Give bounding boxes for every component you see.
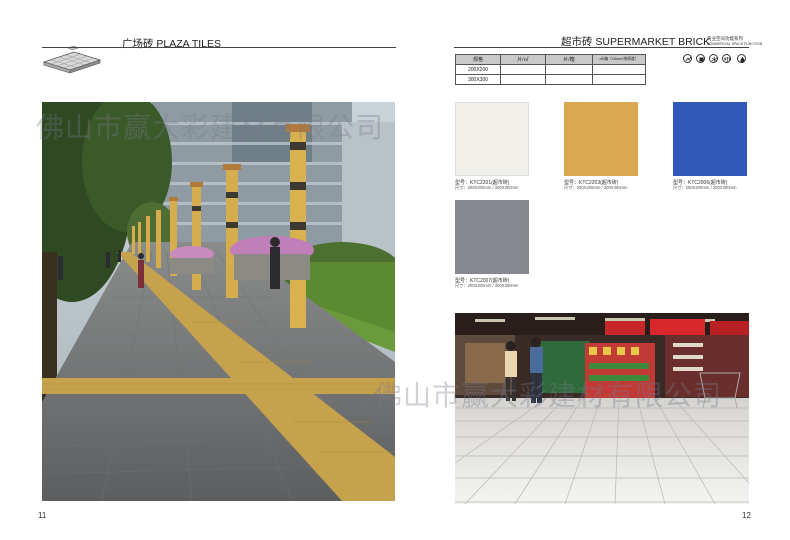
spec-cell xyxy=(545,74,593,85)
spec-cell: 300X300 xyxy=(455,74,501,85)
water-drop-icon xyxy=(737,54,746,63)
left-header-rule xyxy=(42,47,396,48)
series-subtitle-cn: 商业空间功能系列 xyxy=(707,36,743,41)
page-number-left: 11 xyxy=(38,511,47,520)
spec-cell xyxy=(545,64,593,75)
spec-header-cell: 片/箱 xyxy=(545,54,593,65)
spec-header-cell: ㎡/箱（15mm/块厚度） xyxy=(592,54,646,65)
spec-cell xyxy=(500,64,546,75)
spec-cell xyxy=(592,64,646,75)
swatch-size-label: 尺寸：200X200mm / 300X300mm xyxy=(455,283,519,288)
anti-slip-icon xyxy=(683,54,692,63)
scale-icon xyxy=(722,54,731,63)
tile-swatch-yellow xyxy=(564,102,638,176)
tile-swatch-white xyxy=(455,102,529,176)
frost-resistant-icon xyxy=(709,54,718,63)
plaza-tiles-title: 广场砖 PLAZA TILES xyxy=(122,38,222,50)
spec-header-cell: 规格 xyxy=(455,54,501,65)
wear-resistant-icon xyxy=(696,54,705,63)
spec-table-header-row: 规格 片/㎡ 片/箱 ㎡/箱（15mm/块厚度） xyxy=(455,54,646,65)
tile-swatch-blue xyxy=(673,102,747,176)
page-number-right: 12 xyxy=(742,511,751,520)
swatch-size-label: 尺寸：200X200mm / 300X300mm xyxy=(673,185,737,190)
company-watermark: 佛山市赢大彩建材有限公司 xyxy=(36,111,385,144)
plaza-street-photo xyxy=(42,102,395,501)
company-watermark: 佛山市赢大彩建材有限公司 xyxy=(374,379,723,412)
swatch-size-label: 尺寸：200X200mm / 300X300mm xyxy=(564,185,628,190)
spec-header-cell: 片/㎡ xyxy=(500,54,546,65)
spec-cell xyxy=(592,74,646,85)
spec-cell: 200X200 xyxy=(455,64,501,75)
tile-swatch-grey xyxy=(455,200,529,274)
spec-cell xyxy=(500,74,546,85)
right-header-rule xyxy=(454,47,749,48)
table-row: 300X300 xyxy=(455,74,646,85)
spec-table: 规格 片/㎡ 片/箱 ㎡/箱（15mm/块厚度） 200X200 300X300 xyxy=(455,54,646,85)
table-row: 200X200 xyxy=(455,64,646,75)
swatch-size-label: 尺寸：200X200mm / 300X300mm xyxy=(455,185,519,190)
